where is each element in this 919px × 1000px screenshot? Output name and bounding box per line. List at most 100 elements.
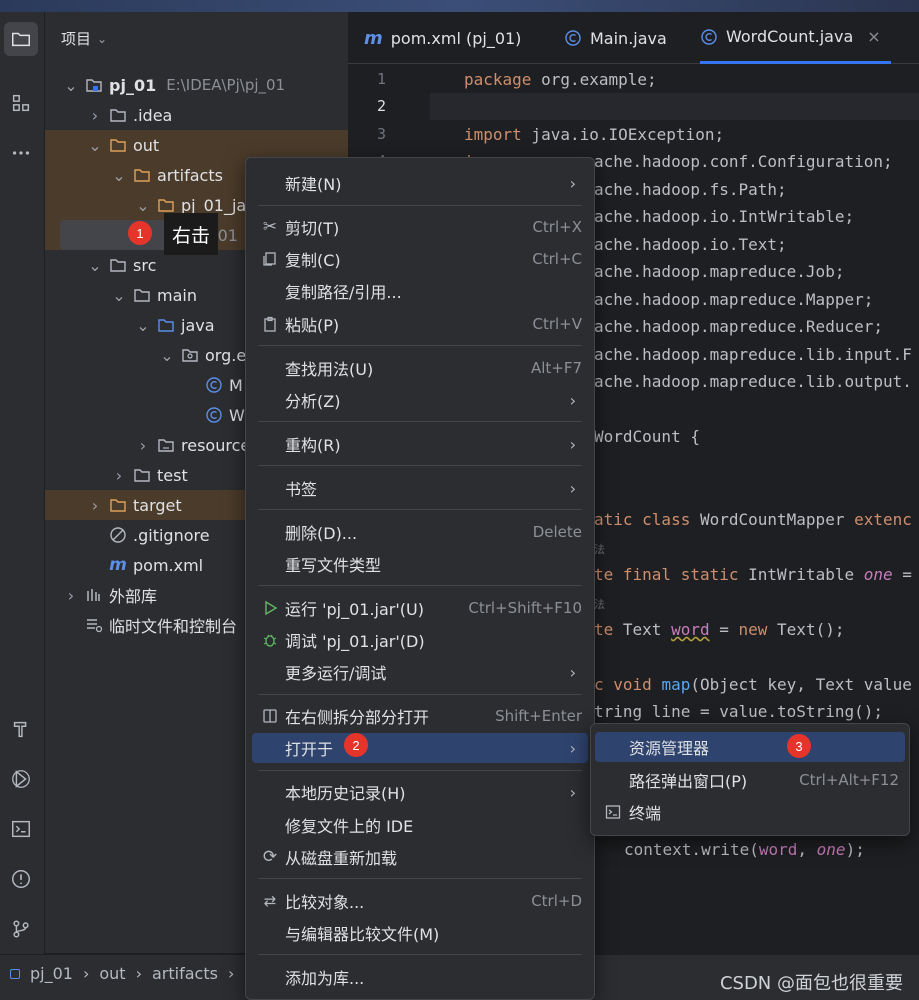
code-line: ache.hadoop.io.IntWritable; <box>594 207 855 226</box>
breadcrumb-item[interactable]: out <box>99 964 125 983</box>
breadcrumb: pj_01 › out › artifacts › <box>10 964 234 983</box>
tree-item-label: 临时文件和控制台 <box>109 617 238 636</box>
menu-item-new[interactable]: 新建(N) › <box>252 168 588 198</box>
tree-item-label: pj_01_jar <box>181 195 253 215</box>
folder-orange-icon <box>157 196 175 214</box>
menu-shortcut: Shift+Enter <box>495 707 582 725</box>
ignore-file-icon <box>109 526 127 544</box>
open-in-submenu: 资源管理器 路径弹出窗口(P) Ctrl+Alt+F12 终端 <box>590 723 910 836</box>
folder-icon <box>109 106 127 124</box>
menu-item-label: 添加为库... <box>285 969 365 988</box>
menu-item-reload[interactable]: ⟳ 从磁盘重新加载 <box>252 842 588 872</box>
menu-item-bookmarks[interactable]: 书签 › <box>252 473 588 503</box>
menu-item-more-run[interactable]: 更多运行/调试 › <box>252 657 588 687</box>
step-badge: 3 <box>787 734 811 758</box>
project-panel-header[interactable]: 项目 ⌄ <box>61 28 107 49</box>
menu-item-paste[interactable]: 粘贴(P) Ctrl+V <box>252 309 588 339</box>
menu-item-run[interactable]: 运行 'pj_01.jar'(U) Ctrl+Shift+F10 <box>252 593 588 623</box>
more-icon[interactable] <box>4 136 38 170</box>
menu-item-cut[interactable]: ✂ 剪切(T) Ctrl+X <box>252 212 588 242</box>
editor-tabs: m pom.xml (pj_01) Main.java WordCount.ja… <box>348 12 919 64</box>
code-line: ache.hadoop.mapreduce.Job; <box>594 262 845 281</box>
menu-item-label: 新建(N) <box>285 175 342 194</box>
menu-item-label: 分析(Z) <box>285 392 341 411</box>
menu-item-debug[interactable]: 调试 'pj_01.jar'(D) <box>252 625 588 655</box>
menu-item-label: 复制(C) <box>285 251 341 270</box>
tree-item-label: target <box>133 495 182 515</box>
code-line: WordCount { <box>594 427 700 446</box>
class-icon <box>565 30 581 46</box>
close-icon[interactable]: × <box>867 27 880 46</box>
folder-orange-icon <box>133 166 151 184</box>
menu-item-copy[interactable]: 复制(C) Ctrl+C <box>252 244 588 274</box>
tree-item-label: test <box>157 465 188 485</box>
line-number: 2 <box>376 97 386 115</box>
menu-item-analyze[interactable]: 分析(Z) › <box>252 385 588 415</box>
chevron-right-icon: › <box>569 662 576 682</box>
menu-item-repair-ide[interactable]: 修复文件上的 IDE <box>252 810 588 840</box>
build-hammer-icon[interactable] <box>4 712 38 746</box>
chevron-down-icon: ⌄ <box>97 31 108 46</box>
menu-shortcut: Ctrl+Shift+F10 <box>468 599 582 617</box>
source-folder-icon <box>157 316 175 334</box>
menu-item-split-open[interactable]: 在右侧拆分部分打开 Shift+Enter <box>252 701 588 731</box>
chevron-right-icon: › <box>569 782 576 802</box>
menu-separator <box>258 954 582 955</box>
menu-item-compare-editor[interactable]: 与编辑器比较文件(M) <box>252 918 588 948</box>
menu-item-open-in[interactable]: 打开于 › <box>252 733 588 763</box>
menu-item-add-lib[interactable]: 添加为库... <box>252 962 588 992</box>
tree-item-label: pom.xml <box>133 555 204 575</box>
menu-item-explorer[interactable]: 资源管理器 <box>595 732 905 762</box>
menu-item-label: 书签 <box>285 480 318 499</box>
chevron-right-icon: › <box>135 964 142 983</box>
menu-item-label: 打开于 <box>285 740 334 759</box>
menu-item-path-popup[interactable]: 路径弹出窗口(P) Ctrl+Alt+F12 <box>595 765 905 795</box>
terminal-icon[interactable] <box>4 812 38 846</box>
tree-item-label: W <box>229 405 245 425</box>
tree-item-idea[interactable]: › .idea <box>45 100 348 130</box>
menu-item-terminal[interactable]: 终端 <box>595 797 905 827</box>
breadcrumb-item[interactable]: artifacts <box>152 964 218 983</box>
project-folder-icon[interactable] <box>4 22 38 56</box>
menu-item-copy-path[interactable]: 复制路径/引用... <box>252 276 588 306</box>
tree-item-out[interactable]: ⌄ out <box>45 130 348 160</box>
menu-item-label: 修复文件上的 IDE <box>285 817 414 836</box>
menu-item-delete[interactable]: 删除(D)... Delete <box>252 517 588 547</box>
menu-item-compare[interactable]: ⇄ 比较对象... Ctrl+D <box>252 886 588 916</box>
menu-item-label: 调试 'pj_01.jar'(D) <box>285 632 425 651</box>
git-icon[interactable] <box>4 912 38 946</box>
services-run-icon[interactable] <box>4 762 38 796</box>
step-badge: 1 <box>128 221 152 245</box>
code-line: ache.hadoop.fs.Path; <box>594 180 787 199</box>
tree-item-label: org.e <box>205 345 247 365</box>
structure-icon[interactable] <box>4 86 38 120</box>
tab-wordcount[interactable]: WordCount.java × <box>700 12 891 64</box>
scissors-icon: ✂ <box>262 217 278 237</box>
tree-item-pj01[interactable]: ⌄ pj_01 E:\IDEA\Pj\pj_01 <box>45 70 348 100</box>
chevron-down-icon: ⌄ <box>112 285 126 305</box>
menu-item-find-usages[interactable]: 查找用法(U) Alt+F7 <box>252 353 588 383</box>
menu-item-local-history[interactable]: 本地历史记录(H) › <box>252 777 588 807</box>
maven-icon: m <box>109 555 127 575</box>
menu-item-label: 路径弹出窗口(P) <box>629 772 748 791</box>
menu-item-override-type[interactable]: 重写文件类型 <box>252 549 588 579</box>
menu-item-label: 与编辑器比较文件(M) <box>285 925 440 944</box>
menu-item-label: 从磁盘重新加载 <box>285 849 398 868</box>
problems-icon[interactable] <box>4 862 38 896</box>
menu-separator <box>258 694 582 695</box>
tree-item-label: artifacts <box>157 165 223 185</box>
chevron-down-icon: ⌄ <box>88 255 102 275</box>
menu-shortcut: Ctrl+V <box>532 315 582 333</box>
menu-item-refactor[interactable]: 重构(R) › <box>252 429 588 459</box>
tab-main[interactable]: Main.java <box>564 12 667 64</box>
menu-item-label: 资源管理器 <box>629 739 710 758</box>
folder-icon <box>133 466 151 484</box>
chevron-right-icon: › <box>569 738 576 758</box>
breadcrumb-item[interactable]: pj_01 <box>30 964 73 983</box>
chevron-down-icon: ⌄ <box>112 165 126 185</box>
code-line: c void map(Object key, Text value <box>594 675 912 694</box>
module-icon <box>10 968 20 979</box>
tab-pom[interactable]: m pom.xml (pj_01) <box>364 12 521 64</box>
tab-label: WordCount.java <box>726 27 854 46</box>
tree-item-label: .idea <box>133 105 173 125</box>
